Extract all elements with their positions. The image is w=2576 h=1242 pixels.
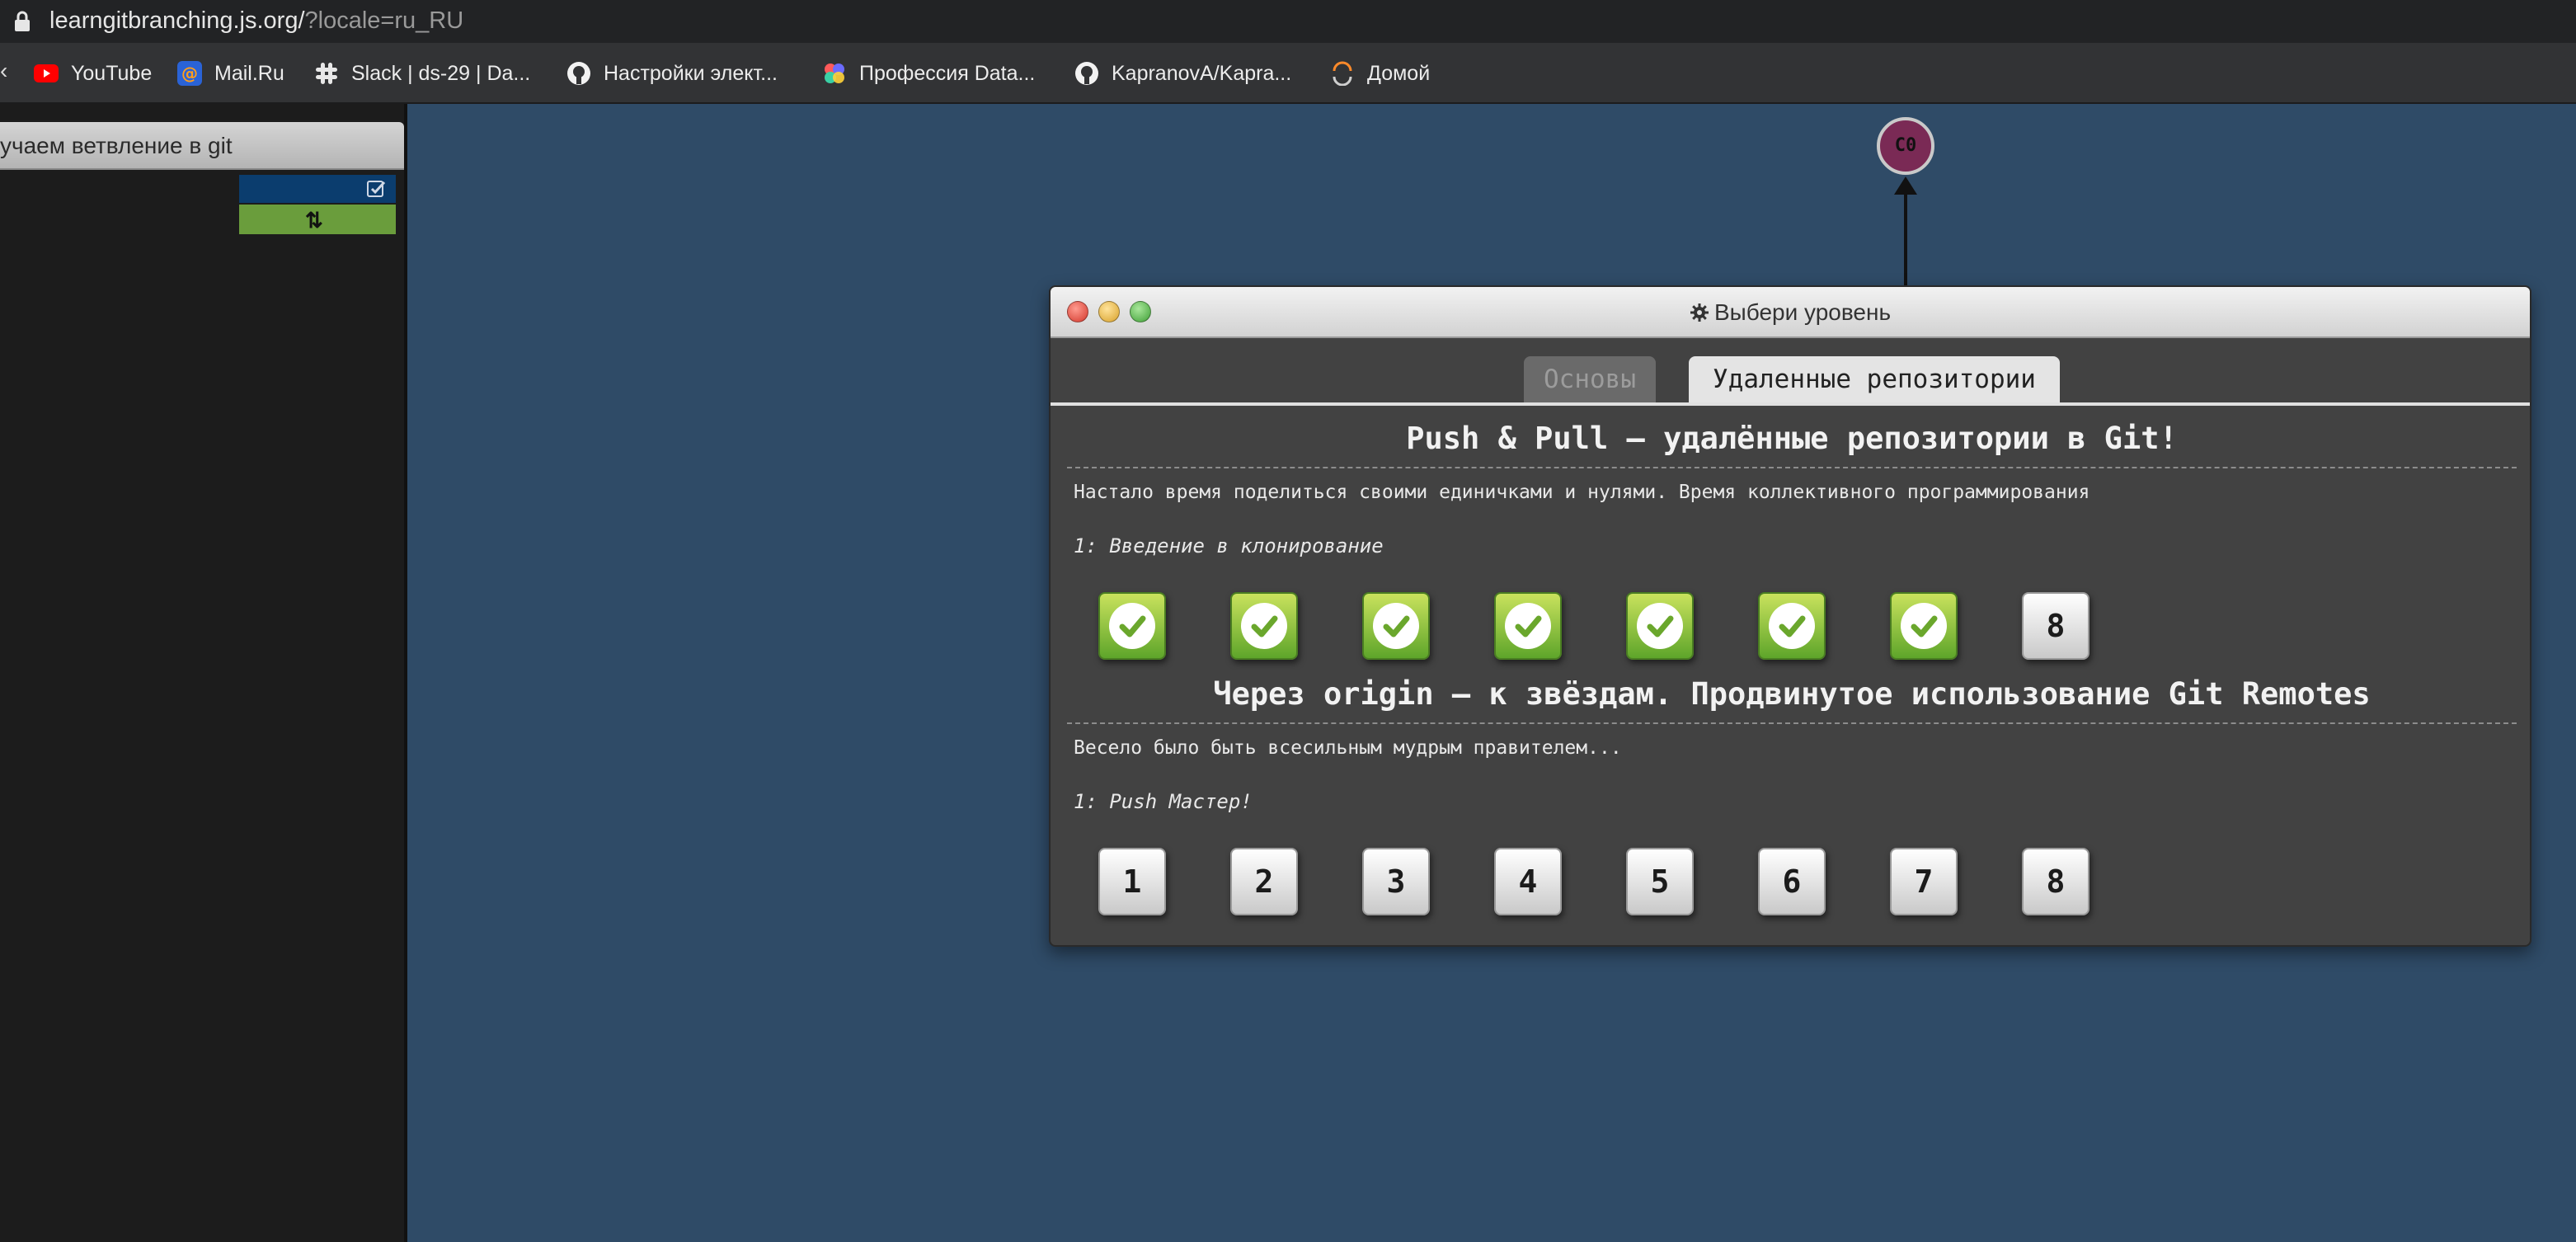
- level-button-7[interactable]: [1890, 592, 1958, 660]
- tab-basics[interactable]: Основы: [1524, 356, 1656, 402]
- level-button-2[interactable]: [1230, 592, 1298, 660]
- check-icon: [1637, 603, 1683, 649]
- level-grid: 8: [1098, 592, 2500, 661]
- level-button-3[interactable]: 3: [1362, 848, 1430, 915]
- level-button-5[interactable]: 5: [1626, 848, 1694, 915]
- bookmark-label: Slack | ds-29 | Da...: [351, 61, 531, 85]
- level-button-8[interactable]: 8: [2022, 848, 2089, 915]
- level-button-5[interactable]: [1626, 592, 1694, 660]
- divider: [1067, 722, 2517, 724]
- sequence-title: Push & Pull – удалённые репозитории в Gi…: [1406, 421, 2178, 456]
- bookmarks-bar: ‹ YouTube @ Mail.Ru Slack | ds-29 | Da..…: [0, 43, 2576, 104]
- level-button-7[interactable]: 7: [1890, 848, 1958, 915]
- bookmark-label: Профессия Data...: [859, 61, 1036, 85]
- minimize-button[interactable]: [1098, 301, 1120, 322]
- maximize-button[interactable]: [1130, 301, 1151, 322]
- level-button-8[interactable]: 8: [2022, 592, 2089, 660]
- level-button-6[interactable]: 6: [1758, 848, 1826, 915]
- chevron-left-icon[interactable]: ‹: [0, 58, 7, 84]
- level-button-6[interactable]: [1758, 592, 1826, 660]
- close-button[interactable]: [1067, 301, 1088, 322]
- level-select-dialog: Выбери уровень Основы Удаленные репозито…: [1049, 285, 2531, 947]
- bookmark-github-settings[interactable]: Настройки элект...: [566, 58, 778, 89]
- current-level-name: 1: Введение в клонирование: [1074, 534, 1384, 557]
- level-button-2[interactable]: 2: [1230, 848, 1298, 915]
- check-icon: [1373, 603, 1419, 649]
- check-icon: [1241, 603, 1287, 649]
- svg-text:@: @: [181, 64, 198, 83]
- bookmark-label: Домой: [1367, 61, 1431, 85]
- commit-edge: [1904, 188, 1907, 289]
- dialog-tabs: Основы Удаленные репозитории: [1051, 338, 2530, 406]
- mailru-icon: @: [176, 60, 203, 87]
- dialog-titlebar: Выбери уровень: [1051, 287, 2530, 338]
- bookmark-label: KapranovA/Kapra...: [1112, 61, 1292, 85]
- level-button-4[interactable]: [1494, 592, 1562, 660]
- bookmark-label: YouTube: [71, 61, 153, 85]
- window-controls: [1067, 301, 1151, 322]
- home-swirl-icon: [1329, 60, 1356, 87]
- checkbox-icon: [367, 181, 386, 197]
- bookmark-slack[interactable]: Slack | ds-29 | Da...: [313, 58, 530, 89]
- tab-remote[interactable]: Удаленные репозитории: [1689, 356, 2060, 402]
- url-bar[interactable]: learngitbranching.js.org/?locale=ru_RU: [0, 0, 2576, 43]
- divider: [1067, 467, 2517, 468]
- level-button-3[interactable]: [1362, 592, 1430, 660]
- sequence-description: Настало время поделиться своими единичка…: [1074, 482, 2090, 503]
- url-query: ?locale=ru_RU: [304, 7, 464, 34]
- slack-icon: [313, 60, 340, 87]
- check-icon: [1769, 603, 1815, 649]
- level-button-1[interactable]: [1098, 592, 1166, 660]
- check-icon: [1109, 603, 1155, 649]
- lock-icon: [15, 11, 30, 31]
- sequence-description: Весело было быть всесильным мудрым прави…: [1074, 737, 1622, 759]
- bookmark-label: Mail.Ru: [214, 61, 284, 85]
- commit-node[interactable]: C0: [1877, 117, 1934, 175]
- bookmark-label: Настройки элект...: [604, 61, 778, 85]
- url-host: learngitbranching.js.org/: [49, 7, 305, 34]
- bookmark-youtube[interactable]: YouTube: [33, 58, 152, 89]
- check-icon: [1505, 603, 1551, 649]
- github-icon: [1074, 60, 1100, 87]
- bookmark-mailru[interactable]: @ Mail.Ru: [176, 58, 284, 89]
- bookmark-github-kapranov[interactable]: KapranovA/Kapra...: [1074, 58, 1291, 89]
- github-icon: [566, 60, 592, 87]
- gear-icon: [1690, 303, 1709, 322]
- bookmark-home[interactable]: Домой: [1329, 58, 1430, 89]
- command-history-row[interactable]: [239, 175, 396, 203]
- command-input-row[interactable]: ⇅: [239, 205, 396, 234]
- terminal-title: учаем ветвление в git: [0, 122, 404, 170]
- youtube-icon: [33, 60, 59, 87]
- level-button-1[interactable]: 1: [1098, 848, 1166, 915]
- dialog-title: Выбери уровень: [1713, 299, 1892, 325]
- sequence-title: Через origin – к звёздам. Продвинутое ис…: [1213, 676, 2371, 712]
- terminal-panel: учаем ветвление в git ⇅: [0, 104, 407, 1242]
- swap-arrows-icon: ⇅: [305, 208, 323, 233]
- skillfactory-icon: [821, 60, 848, 87]
- check-icon: [1901, 603, 1947, 649]
- level-button-4[interactable]: 4: [1494, 848, 1562, 915]
- current-level-name: 1: Push Мастер!: [1074, 790, 1253, 813]
- bookmark-skillfactory[interactable]: Профессия Data...: [821, 58, 1035, 89]
- level-grid: 1 2 3 4 5 6 7 8: [1098, 848, 2500, 917]
- url-text[interactable]: learngitbranching.js.org/?locale=ru_RU: [49, 6, 463, 35]
